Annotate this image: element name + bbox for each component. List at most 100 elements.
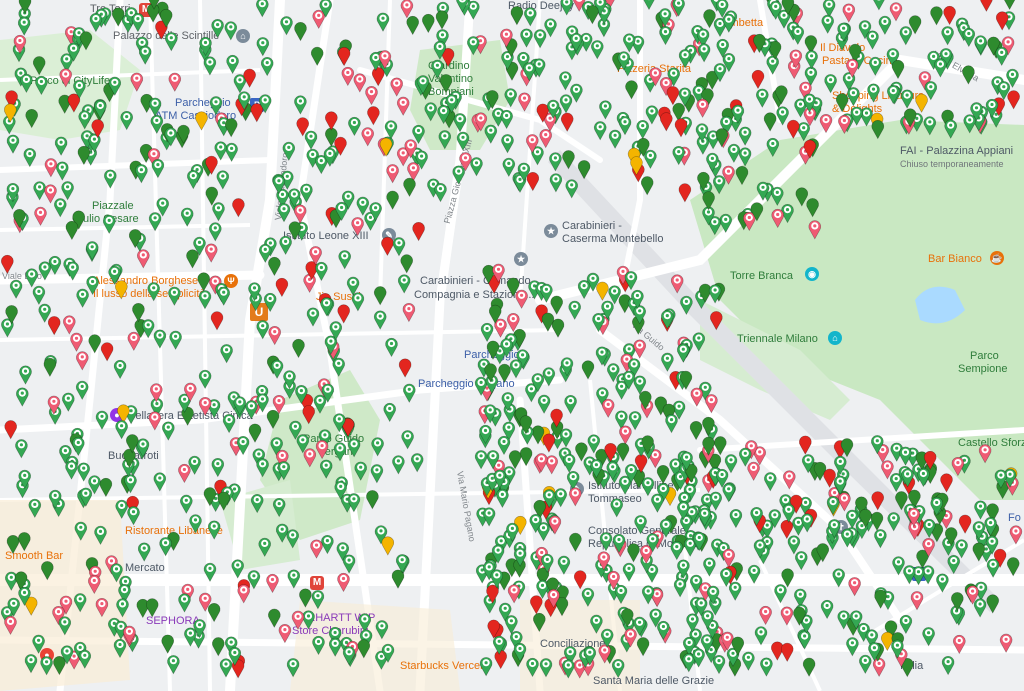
map-marker-green[interactable] <box>544 18 557 38</box>
map-marker-red[interactable] <box>232 198 245 218</box>
map-marker-red[interactable] <box>780 642 794 663</box>
map-marker-green[interactable] <box>568 300 581 320</box>
map-marker-green[interactable] <box>203 562 217 583</box>
map-marker-green[interactable] <box>24 654 38 674</box>
map-marker-green[interactable] <box>722 13 736 33</box>
map-marker-pink[interactable] <box>310 539 323 559</box>
map-marker-green[interactable] <box>207 603 221 623</box>
map-marker-green[interactable] <box>549 173 563 193</box>
map-marker-pink[interactable] <box>303 448 317 468</box>
map-marker-red[interactable] <box>47 316 61 336</box>
map-marker-green[interactable] <box>986 558 1000 578</box>
map-marker-green[interactable] <box>973 598 987 618</box>
map-marker-green[interactable] <box>287 569 301 589</box>
map-marker-pink[interactable] <box>819 114 833 134</box>
map-marker-green[interactable] <box>551 318 565 338</box>
map-marker-red[interactable] <box>980 0 993 12</box>
map-marker-green[interactable] <box>593 121 607 141</box>
map-marker-green[interactable] <box>962 27 976 48</box>
map-marker-green[interactable] <box>266 409 280 430</box>
map-marker-green[interactable] <box>636 120 649 140</box>
map-marker-green[interactable] <box>147 282 160 302</box>
map-marker-green[interactable] <box>763 112 777 132</box>
map-marker-green[interactable] <box>665 414 678 434</box>
map-marker-green[interactable] <box>56 161 69 181</box>
map-marker-red[interactable] <box>367 106 380 126</box>
map-marker-pink[interactable] <box>747 461 760 482</box>
map-marker-green[interactable] <box>113 638 127 659</box>
map-marker-green[interactable] <box>224 21 238 41</box>
map-marker-green[interactable] <box>338 250 351 270</box>
map-marker-green[interactable] <box>524 7 537 27</box>
map-marker-red[interactable] <box>302 405 315 425</box>
map-marker-green[interactable] <box>467 36 480 56</box>
map-marker-green[interactable] <box>137 542 151 562</box>
map-marker-green[interactable] <box>610 498 623 518</box>
map-marker-green[interactable] <box>332 357 345 377</box>
map-marker-green[interactable] <box>216 170 230 190</box>
map-marker-green[interactable] <box>502 157 516 178</box>
map-marker-yellow[interactable] <box>379 137 393 157</box>
map-marker-green[interactable] <box>219 658 233 678</box>
map-marker-green[interactable] <box>712 175 726 195</box>
map-marker-red[interactable] <box>210 311 224 331</box>
map-marker-green[interactable] <box>754 626 768 646</box>
map-marker-green[interactable] <box>559 428 573 448</box>
map-marker-green[interactable] <box>480 322 494 343</box>
map-marker-green[interactable] <box>550 295 563 315</box>
map-marker-green[interactable] <box>903 565 916 585</box>
map-marker-green[interactable] <box>673 578 687 598</box>
map-marker-green[interactable] <box>537 394 551 414</box>
map-marker-green[interactable] <box>735 166 749 186</box>
map-marker-green[interactable] <box>277 203 291 223</box>
map-marker-pink[interactable] <box>293 204 307 224</box>
map-marker-green[interactable] <box>659 26 672 46</box>
map-marker-green[interactable] <box>820 599 834 620</box>
map-marker-green[interactable] <box>742 651 755 671</box>
map-marker-pink[interactable] <box>518 92 531 112</box>
map-marker-green[interactable] <box>738 126 752 146</box>
map-marker-green[interactable] <box>498 363 511 384</box>
map-marker-red[interactable] <box>871 491 884 511</box>
map-marker-green[interactable] <box>760 657 773 677</box>
map-marker-red[interactable] <box>398 358 412 378</box>
map-marker-green[interactable] <box>645 105 659 125</box>
map-marker-pink[interactable] <box>76 351 89 371</box>
map-marker-green[interactable] <box>168 286 181 306</box>
map-marker-green[interactable] <box>422 13 435 34</box>
map-marker-green[interactable] <box>153 329 167 349</box>
map-marker-green[interactable] <box>333 442 347 462</box>
map-marker-pink[interactable] <box>341 66 355 87</box>
map-marker-green[interactable] <box>800 513 814 533</box>
map-marker-green[interactable] <box>205 186 219 206</box>
map-marker-pink[interactable] <box>130 72 144 92</box>
map-marker-green[interactable] <box>376 12 390 32</box>
map-marker-pink[interactable] <box>759 605 772 626</box>
map-marker-green[interactable] <box>934 58 947 78</box>
map-marker-green[interactable] <box>944 119 957 139</box>
map-marker-green[interactable] <box>500 109 513 130</box>
map-marker-green[interactable] <box>95 410 109 430</box>
map-marker-green[interactable] <box>294 95 307 115</box>
map-marker-pink[interactable] <box>315 440 329 460</box>
map-marker-red[interactable] <box>494 650 507 670</box>
map-marker-red[interactable] <box>275 277 289 298</box>
map-marker-green[interactable] <box>826 496 840 516</box>
map-marker-green[interactable] <box>383 402 396 423</box>
map-marker-green[interactable] <box>32 634 45 654</box>
map-marker-green[interactable] <box>217 491 230 511</box>
map-marker-green[interactable] <box>79 31 93 51</box>
map-marker-green[interactable] <box>709 491 722 511</box>
map-marker-pink[interactable] <box>842 3 856 23</box>
map-marker-green[interactable] <box>217 286 230 306</box>
map-marker-green[interactable] <box>245 400 258 420</box>
map-marker-green[interactable] <box>74 521 88 541</box>
map-marker-green[interactable] <box>941 26 954 46</box>
map-marker-pink[interactable] <box>127 331 141 352</box>
map-marker-green[interactable] <box>148 212 162 232</box>
map-marker-red[interactable] <box>371 67 385 87</box>
map-marker-green[interactable] <box>178 593 191 613</box>
map-marker-green[interactable] <box>715 128 729 148</box>
map-marker-pink[interactable] <box>266 573 279 594</box>
map-marker-red[interactable] <box>381 236 394 257</box>
